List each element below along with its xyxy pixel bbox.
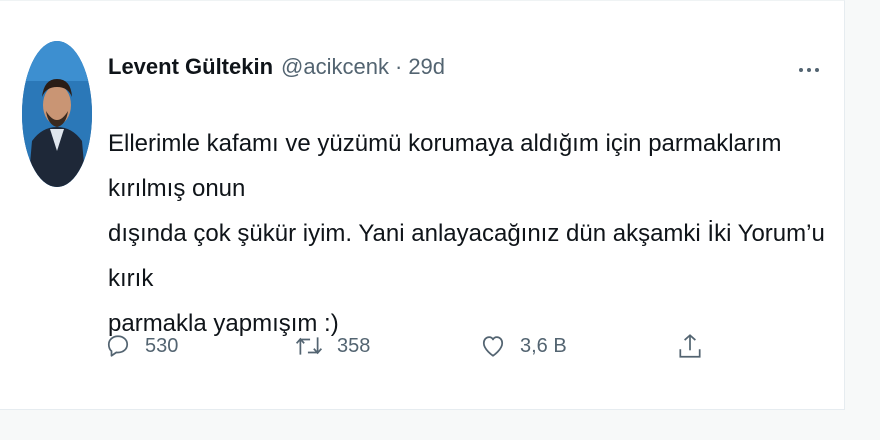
reply-count: 530 (145, 334, 179, 357)
tweet-text: Ellerimle kafamı ve yüzümü korumaya aldı… (108, 130, 825, 337)
header-separator: · (394, 54, 403, 79)
retweet-icon (295, 337, 323, 355)
like-count: 3,6 B (520, 334, 567, 357)
more-dots-icon (799, 68, 803, 72)
more-options-button[interactable] (794, 59, 824, 81)
speech-bubble-icon (107, 335, 129, 357)
author-name[interactable]: Levent Gültekin (108, 54, 273, 80)
share-icon (679, 334, 701, 358)
share-button[interactable] (677, 326, 703, 366)
retweet-button[interactable]: 358 (295, 326, 370, 366)
heart-icon (482, 336, 504, 357)
author-handle[interactable]: @acikcenk (281, 54, 389, 80)
tweet-card[interactable]: Levent Gültekin @acikcenk · 29d Elleriml… (0, 0, 845, 410)
reply-button[interactable]: 530 (105, 326, 178, 366)
tweet-actions: 530 358 3,6 B (105, 326, 825, 366)
like-button[interactable]: 3,6 B (480, 326, 567, 366)
avatar-image (22, 41, 92, 187)
more-dots-icon (815, 68, 819, 72)
more-dots-icon (807, 68, 811, 72)
tweet-timestamp[interactable]: 29d (408, 54, 445, 80)
retweet-count: 358 (337, 334, 371, 357)
tweet-header: Levent Gültekin @acikcenk · 29d (108, 54, 445, 94)
avatar[interactable] (22, 41, 92, 187)
